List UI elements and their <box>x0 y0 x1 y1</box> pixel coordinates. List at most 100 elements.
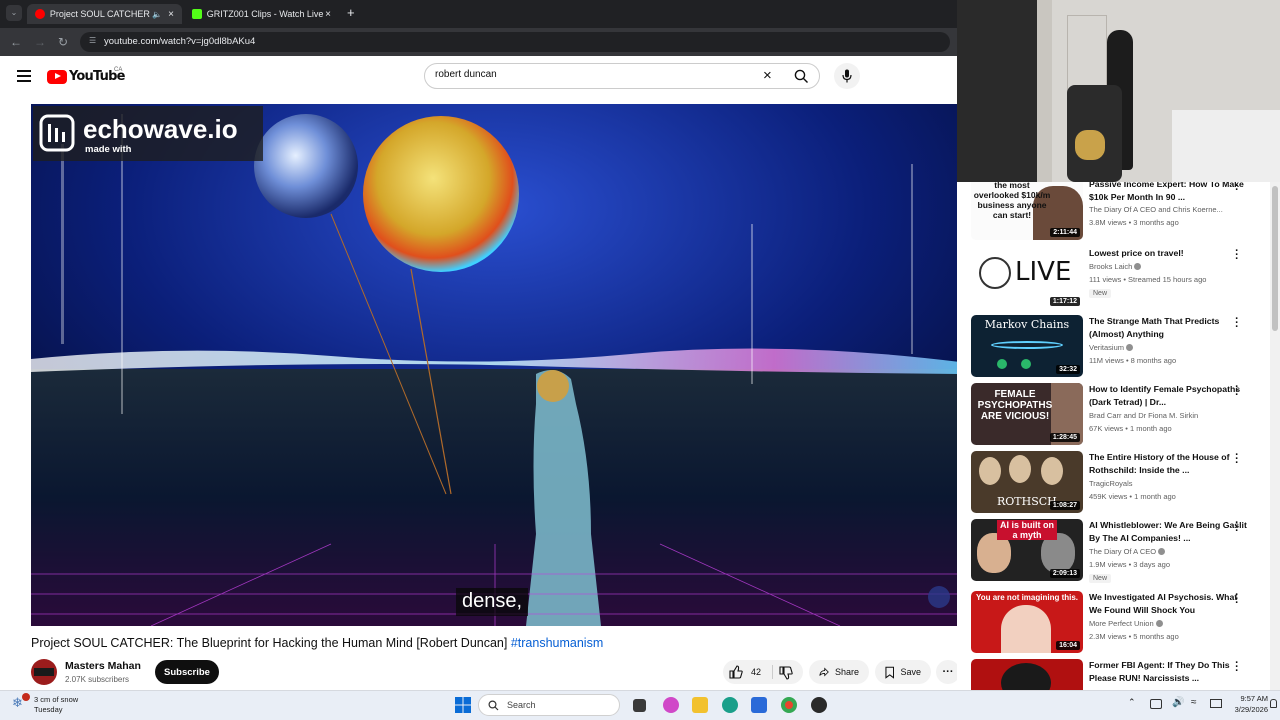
thumbs-up-icon <box>729 665 743 679</box>
list-item[interactable]: the most overlooked $10k/m business anyo… <box>971 182 1271 242</box>
channel-watermark-icon[interactable] <box>928 586 950 608</box>
reload-icon[interactable]: ↻ <box>58 35 68 49</box>
channel-name[interactable]: Masters Mahan <box>65 660 141 672</box>
youtube-logo[interactable]: YouTube <box>47 69 125 84</box>
search-icon[interactable] <box>794 69 809 84</box>
thumbs-down-icon[interactable] <box>779 666 793 680</box>
video-thumbnail[interactable]: FEMALE PSYCHOPATHS ARE VICIOUS! 1:28:45 <box>971 383 1083 445</box>
video-title[interactable]: How to Identify Female Psychopaths (Dark… <box>1089 383 1247 408</box>
more-vertical-icon[interactable]: · · · <box>1233 518 1241 537</box>
channel-name-row[interactable]: More Perfect Union <box>1089 619 1163 628</box>
microphone-icon <box>842 69 852 83</box>
app-icon[interactable] <box>811 697 827 713</box>
video-thumbnail[interactable] <box>971 659 1083 690</box>
new-tab-button[interactable]: + <box>347 5 355 20</box>
edge-icon[interactable] <box>722 697 738 713</box>
kick-favicon-icon <box>192 9 202 19</box>
channel-name-row[interactable]: Brooks Laich <box>1089 262 1142 271</box>
list-item[interactable]: ROTHSCH 1:08:27 The Entire History of th… <box>971 450 1271 515</box>
wifi-icon[interactable]: ≈ <box>1191 697 1197 708</box>
notification-bell-icon[interactable] <box>1270 699 1277 708</box>
list-item[interactable]: FEMALE PSYCHOPATHS ARE VICIOUS! 1:28:45 … <box>971 382 1271 447</box>
channel-name-row[interactable]: The Diary Of A CEO <box>1089 547 1166 556</box>
video-frame-artwork <box>31 104 960 626</box>
channel-name-row[interactable]: The Diary Of A CEO and Chris Koerne... <box>1089 205 1223 214</box>
search-box[interactable]: × <box>424 63 820 89</box>
speaker-icon[interactable]: 🔈 <box>152 10 162 19</box>
file-explorer-icon[interactable] <box>692 697 708 713</box>
hashtag-link[interactable]: #transhumanism <box>511 636 603 650</box>
channel-name-row[interactable]: Veritasium <box>1089 343 1134 352</box>
chrome-icon[interactable] <box>781 697 797 713</box>
list-item[interactable]: Former FBI Agent: If They Do This Please… <box>971 658 1271 690</box>
more-vertical-icon[interactable]: · · · <box>1233 182 1241 196</box>
forward-icon[interactable]: → <box>34 35 46 49</box>
video-thumbnail[interactable]: the most overlooked $10k/m business anyo… <box>971 182 1083 240</box>
clock[interactable]: 9:57 AM 3/29/2026 <box>1220 694 1268 714</box>
channel-name-row[interactable]: Brad Carr and Dr Fiona M. Sirkin <box>1089 411 1198 420</box>
notification-dot <box>22 693 30 701</box>
video-title[interactable]: The Entire History of the House of Roths… <box>1089 451 1247 476</box>
video-thumbnail[interactable]: ROTHSCH 1:08:27 <box>971 451 1083 513</box>
thumbnail-text: LIVE <box>1015 257 1072 287</box>
more-vertical-icon[interactable]: · · · <box>1233 246 1241 265</box>
channel-avatar[interactable] <box>31 659 57 685</box>
duration-badge: 1:28:45 <box>1049 433 1080 442</box>
copilot-icon[interactable] <box>663 697 679 713</box>
share-button[interactable]: Share <box>809 660 869 684</box>
network-icon[interactable] <box>1150 699 1162 709</box>
back-icon[interactable]: ← <box>10 35 22 49</box>
close-tab-icon[interactable]: × <box>168 9 174 20</box>
list-item[interactable]: AI is built on a myth 2:09:13 AI Whistle… <box>971 518 1271 583</box>
video-thumbnail[interactable]: LIVE 1:17:12 <box>971 247 1083 309</box>
recommendations-list: the most overlooked $10k/m business anyo… <box>957 182 1280 690</box>
video-title[interactable]: Passive Income Expert: How To Make $10k … <box>1089 182 1247 203</box>
more-vertical-icon[interactable]: · · · <box>1233 314 1241 333</box>
speaker-icon[interactable]: 🔊 <box>1172 697 1184 708</box>
video-thumbnail[interactable]: Markov Chains 32:32 <box>971 315 1083 377</box>
more-vertical-icon[interactable]: · · · <box>1233 450 1241 469</box>
video-caption: dense, <box>456 588 529 616</box>
list-item[interactable]: Markov Chains 32:32 The Strange Math Tha… <box>971 314 1271 379</box>
scrollbar-thumb[interactable] <box>1272 186 1278 331</box>
site-info-icon[interactable]: ☰ <box>89 36 96 45</box>
video-title[interactable]: We Investigated AI Psychosis. What We Fo… <box>1089 591 1247 616</box>
tab-list-button[interactable]: ⌄ <box>6 5 22 21</box>
video-title[interactable]: Former FBI Agent: If They Do This Please… <box>1089 659 1247 684</box>
weather-day: Tuesday <box>34 705 63 714</box>
tray-chevron-icon[interactable]: ⌃ <box>1128 697 1136 708</box>
tab-kick-label: GRITZ001 Clips - Watch Live on <box>206 9 326 19</box>
taskbar-search[interactable]: Search <box>478 694 620 716</box>
clock-time: 9:57 AM <box>1240 694 1268 703</box>
search-input[interactable] <box>435 69 735 80</box>
tab-kick[interactable]: GRITZ001 Clips - Watch Live on × <box>184 4 339 24</box>
clear-search-icon[interactable]: × <box>763 67 772 84</box>
menu-icon[interactable] <box>17 70 31 82</box>
list-item[interactable]: LIVE 1:17:12 Lowest price on travel! Bro… <box>971 246 1271 311</box>
video-thumbnail[interactable]: AI is built on a myth 2:09:13 <box>971 519 1083 581</box>
video-player[interactable] <box>31 104 960 626</box>
video-title[interactable]: AI Whistleblower: We Are Being Gaslit By… <box>1089 519 1247 544</box>
youtube-play-icon <box>47 69 67 84</box>
like-button[interactable]: 42 <box>729 665 761 679</box>
windows-start-icon[interactable] <box>455 697 471 713</box>
list-item[interactable]: You are not imagining this. 16:04 We Inv… <box>971 590 1271 655</box>
video-title[interactable]: The Strange Math That Predicts (Almost) … <box>1089 315 1247 340</box>
more-vertical-icon[interactable]: · · · <box>1233 590 1241 609</box>
close-tab-icon[interactable]: × <box>325 9 331 20</box>
video-thumbnail[interactable]: You are not imagining this. 16:04 <box>971 591 1083 653</box>
weather-widget[interactable]: ❄ 3 cm of snow Tuesday <box>8 692 98 718</box>
subscribe-button[interactable]: Subscribe <box>155 660 219 684</box>
channel-name-row[interactable]: TragicRoyals <box>1089 479 1132 488</box>
echowave-logo-icon <box>39 114 75 152</box>
more-vertical-icon[interactable]: · · · <box>1233 382 1241 401</box>
voice-search-button[interactable] <box>834 63 860 89</box>
store-icon[interactable] <box>751 697 767 713</box>
thumbnail-text: ROTHSCH <box>997 495 1057 508</box>
tab-youtube[interactable]: Project SOUL CATCHER: Th 🔈 × <box>27 4 182 24</box>
address-bar[interactable]: ☰ youtube.com/watch?v=jg0dl8bAKu4 <box>80 32 950 52</box>
more-vertical-icon[interactable]: · · · <box>1233 658 1241 677</box>
task-view-icon[interactable] <box>633 699 646 712</box>
video-title[interactable]: Lowest price on travel! <box>1089 247 1247 260</box>
save-button[interactable]: Save <box>875 660 931 684</box>
